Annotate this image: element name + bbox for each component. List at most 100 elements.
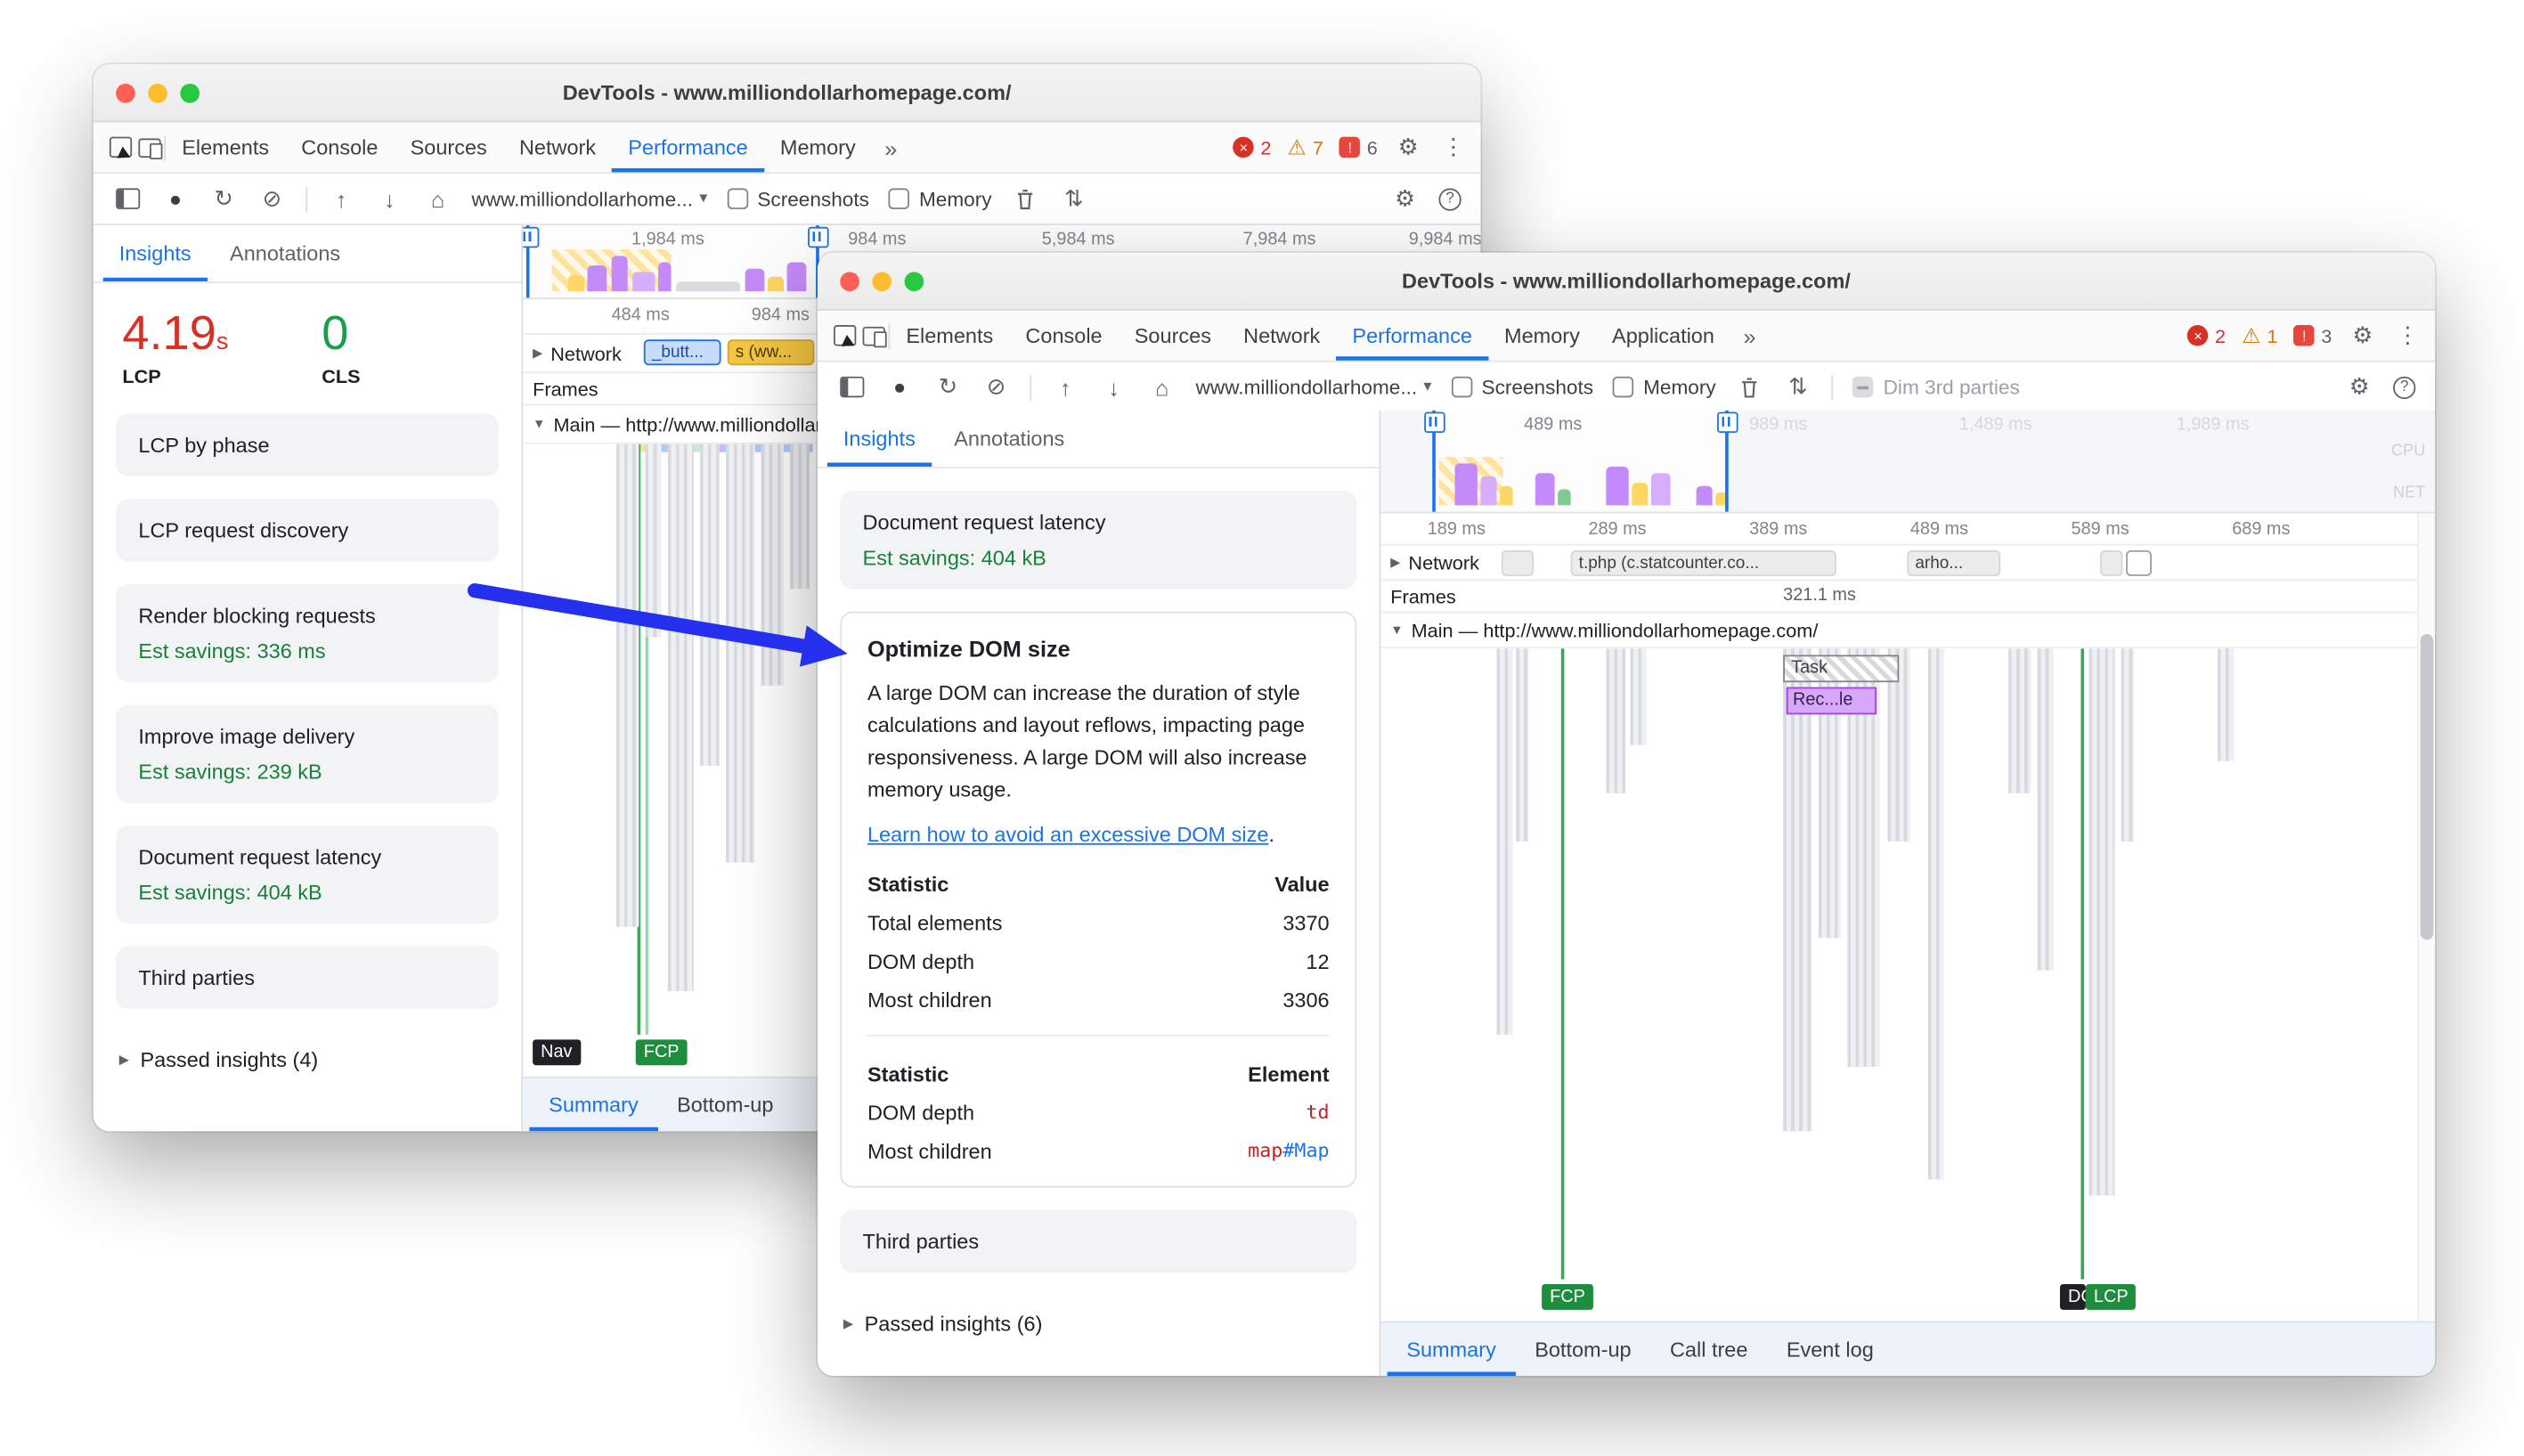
cls-metric[interactable]: 0 CLS [322,309,360,387]
issues-badge[interactable]: ! 3 [2293,324,2332,346]
kebab-menu-icon[interactable]: ⋮ [2393,321,2422,350]
kebab-menu-icon[interactable]: ⋮ [1438,133,1468,162]
insight-card-doc-request-latency[interactable]: Document request latency Est savings: 40… [116,825,500,923]
more-tabs-icon[interactable]: » [872,134,910,160]
minimize-button[interactable] [148,83,167,102]
flame-chart-canvas[interactable]: Task Rec...le [1380,648,2435,1280]
device-toolbar-icon[interactable] [859,321,889,350]
warning-badge[interactable]: ⚠ 7 [1288,134,1323,160]
fcp-marker-badge[interactable]: FCP [1542,1283,1593,1310]
insight-card-doc-request-latency[interactable]: Document request latency Est savings: 40… [840,491,1357,590]
tab-elements[interactable]: Elements [166,122,285,172]
dcl-marker-badge[interactable]: DCL [2059,1283,2086,1310]
tab-memory[interactable]: Memory [764,122,872,172]
tab-application[interactable]: Application [1596,311,1730,361]
memory-checkbox-row[interactable]: Memory [888,188,992,210]
upload-profile-icon[interactable]: ↑ [1051,372,1080,402]
tab-console[interactable]: Console [285,122,394,172]
tab-performance[interactable]: Performance [1336,311,1488,361]
main-track[interactable]: ▼ Main — http://www.milliondollarhomepag… [1380,613,2435,649]
clear-icon[interactable]: ⊘ [981,372,1011,402]
scrollbar-track[interactable] [2417,513,2435,1322]
help-icon[interactable]: ? [2393,375,2416,399]
memory-checkbox[interactable] [888,188,910,209]
tab-call-tree[interactable]: Call tree [1650,1322,1767,1376]
gear-icon[interactable]: ⚙ [1390,184,1420,214]
capture-settings-icon[interactable]: ⇅ [1059,184,1088,214]
insight-card-third-parties[interactable]: Third parties [840,1209,1357,1273]
issues-badge[interactable]: ! 6 [1339,136,1378,159]
overview-handle-left[interactable] [1424,410,1445,512]
history-select[interactable]: www.milliondollarhome... ▾ [1196,376,1432,398]
tab-network[interactable]: Network [1227,311,1336,361]
screenshots-checkbox-row[interactable]: Screenshots [1451,376,1593,398]
more-tabs-icon[interactable]: » [1730,322,1769,348]
memory-checkbox[interactable] [1612,376,1634,398]
titlebar[interactable]: DevTools - www.milliondollarhomepage.com… [93,64,1481,123]
tab-sources[interactable]: Sources [1119,311,1227,361]
nav-marker-badge[interactable]: Nav [533,1039,581,1066]
network-request-chip[interactable] [2100,549,2123,576]
tab-annotations[interactable]: Annotations [938,411,1080,467]
tab-insights[interactable]: Insights [827,411,932,467]
minimize-button[interactable] [872,271,892,291]
garbage-collect-icon[interactable] [1735,372,1764,402]
settings-gear-icon[interactable]: ⚙ [1394,133,1423,162]
screenshots-checkbox[interactable] [727,188,748,209]
screenshots-checkbox-row[interactable]: Screenshots [727,188,869,210]
screenshots-checkbox[interactable] [1451,376,1472,398]
memory-checkbox-row[interactable]: Memory [1612,376,1716,398]
toggle-sidebar-icon[interactable] [112,184,142,214]
optimize-dom-size-card[interactable]: Optimize DOM size A large DOM can increa… [840,611,1357,1187]
error-badge[interactable]: × 2 [1233,136,1271,159]
help-icon[interactable]: ? [1438,187,1461,210]
insight-card-image-delivery[interactable]: Improve image delivery Est savings: 239 … [116,704,500,802]
network-request-chip[interactable] [1501,549,1535,576]
network-request-chip[interactable]: _butt... [643,339,721,366]
network-request-chip[interactable]: arho... [1907,549,2001,576]
home-icon[interactable]: ⌂ [1147,372,1177,402]
tab-network[interactable]: Network [503,122,612,172]
lcp-metric[interactable]: 4.19s LCP [122,308,228,386]
dim-third-parties-row[interactable]: Dim 3rd parties [1852,376,2020,398]
fcp-marker-badge[interactable]: FCP [635,1039,688,1066]
tab-bottom-up[interactable]: Bottom-up [657,1078,793,1132]
settings-gear-icon[interactable]: ⚙ [2348,321,2377,350]
overview-handle-left[interactable] [523,224,540,298]
titlebar[interactable]: DevTools - www.milliondollarhomepage.com… [817,252,2435,311]
home-icon[interactable]: ⌂ [423,184,452,214]
insight-card-lcp-request-discovery[interactable]: LCP request discovery [116,498,500,561]
tab-annotations[interactable]: Annotations [214,225,356,281]
frames-track[interactable]: Frames 321.1 ms [1380,581,2435,614]
overview-handle-right[interactable] [1717,410,1738,512]
device-toolbar-icon[interactable] [135,133,165,162]
reload-record-icon[interactable]: ↻ [933,372,963,402]
network-request-chip[interactable]: t.php (c.statcounter.co... [1570,549,1836,576]
tab-memory[interactable]: Memory [1488,311,1596,361]
passed-insights-toggle[interactable]: ▶ Passed insights (4) [94,1030,522,1086]
tab-performance[interactable]: Performance [612,122,764,172]
tab-console[interactable]: Console [1009,311,1118,361]
recalculate-style-chip[interactable]: Rec...le [1786,687,1877,715]
lcp-marker-badge[interactable]: LCP [2085,1283,2137,1310]
tab-summary[interactable]: Summary [530,1078,658,1132]
task-chip[interactable]: Task [1783,655,1900,683]
tab-bottom-up[interactable]: Bottom-up [1516,1322,1651,1376]
insight-card-render-blocking[interactable]: Render blocking requests Est savings: 33… [116,583,500,682]
network-request-chip[interactable] [2126,549,2152,576]
tab-elements[interactable]: Elements [890,311,1009,361]
dim-third-parties-checkbox[interactable] [1852,376,1874,398]
scrollbar-thumb[interactable] [2420,633,2434,940]
toggle-sidebar-icon[interactable] [837,372,867,402]
zoom-button[interactable] [904,271,924,291]
upload-profile-icon[interactable]: ↑ [327,184,356,214]
timeline-overview[interactable]: 489 ms 989 ms 1,489 ms 1,989 ms CPU NET [1380,410,2435,514]
tab-event-log[interactable]: Event log [1767,1322,1893,1376]
reload-record-icon[interactable]: ↻ [209,184,239,214]
download-profile-icon[interactable]: ↓ [1099,372,1128,402]
capture-settings-icon[interactable]: ⇅ [1784,372,1813,402]
zoom-button[interactable] [180,83,200,102]
clear-icon[interactable]: ⊘ [257,184,287,214]
history-select[interactable]: www.milliondollarhome... ▾ [471,188,707,210]
garbage-collect-icon[interactable] [1011,184,1040,214]
